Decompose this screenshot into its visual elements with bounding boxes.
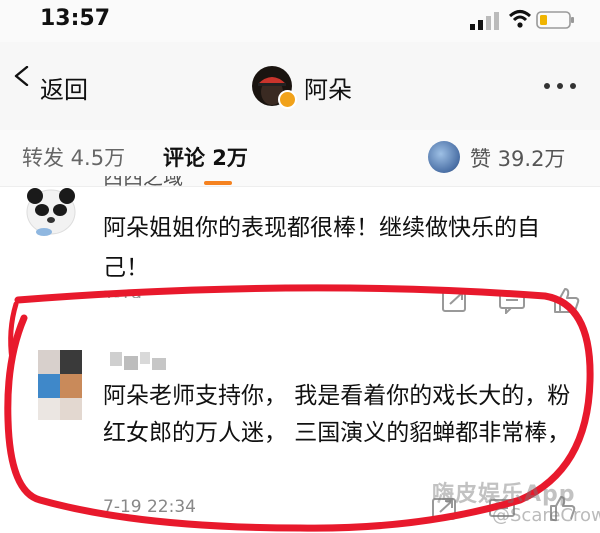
watermark-handle: @ScareCrow <box>492 505 600 526</box>
red-annotation-circle <box>4 284 594 532</box>
watermark-text: 嗨皮娱乐App <box>432 482 576 507</box>
